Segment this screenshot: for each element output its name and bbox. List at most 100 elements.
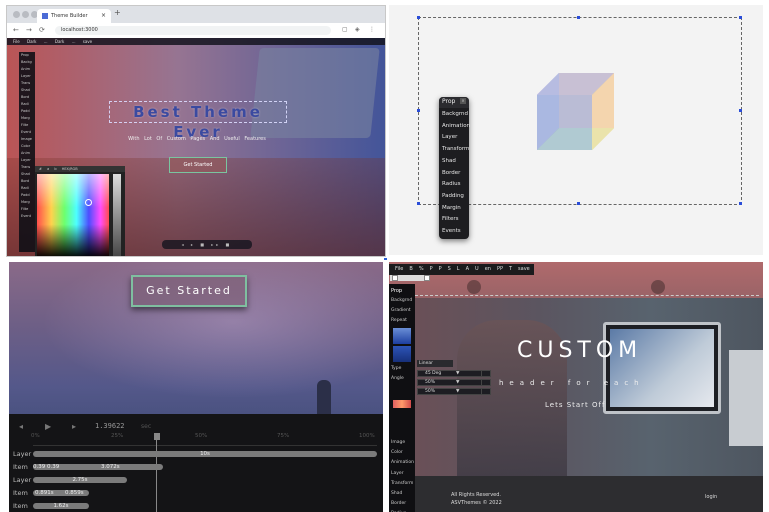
dropdown-arrow-icon[interactable]: ▼ <box>456 380 459 385</box>
gradient-preview[interactable] <box>393 400 411 408</box>
extension-icon[interactable]: ◈ <box>355 26 360 33</box>
sidebar-item[interactable]: Shad <box>19 171 35 178</box>
toolbar-item[interactable]: File <box>13 39 20 44</box>
toolbar-item[interactable]: L <box>457 266 460 272</box>
sidebar-item[interactable]: Border <box>391 501 406 506</box>
sidebar-item[interactable]: Color <box>391 450 403 455</box>
forward-icon[interactable]: → <box>26 26 32 34</box>
rewind-icon[interactable]: ◂ <box>19 422 23 431</box>
sidebar-item[interactable]: Image <box>391 440 405 445</box>
sidebar-item[interactable]: Filte <box>19 122 35 129</box>
field-extra[interactable] <box>481 371 488 376</box>
play-icon[interactable]: ▶ <box>45 422 51 431</box>
gradient-stop-field[interactable]: 50% ▼ <box>417 379 491 386</box>
login-link[interactable]: login <box>705 494 717 500</box>
color-mode-item[interactable]: HEX/RGB <box>62 167 78 171</box>
resize-handle[interactable] <box>417 202 420 205</box>
resize-handle[interactable] <box>417 109 420 112</box>
prop-panel-item[interactable]: Padding <box>442 193 464 199</box>
sidebar-item[interactable]: Anim <box>19 66 35 73</box>
sidebar-item[interactable]: Trans <box>19 80 35 87</box>
sidebar-item-prop[interactable]: Prop <box>391 288 402 294</box>
sidebar-item[interactable]: Color <box>19 143 35 150</box>
brightness-slider[interactable] <box>113 174 121 256</box>
toolbar-item[interactable]: save <box>518 266 530 272</box>
gradient-angle-field[interactable]: 45 Deg ▼ <box>417 370 491 377</box>
sidebar-item[interactable]: Layer <box>391 471 404 476</box>
sidebar-item[interactable]: Backg <box>19 59 35 66</box>
playback-controls[interactable]: ◂ ▸ ■ ▸▸ ■ <box>162 240 252 249</box>
sidebar-item[interactable]: Radi <box>19 185 35 192</box>
gradient-swatch[interactable] <box>393 346 411 362</box>
field-extra[interactable] <box>481 389 488 394</box>
browser-tab[interactable]: Theme Builder × <box>37 9 111 23</box>
dropdown-arrow-icon[interactable]: ▼ <box>456 389 459 394</box>
resize-handle[interactable] <box>417 16 420 19</box>
prop-panel-item[interactable]: Events <box>442 228 461 234</box>
prop-panel-item[interactable]: Transform <box>442 146 469 152</box>
sidebar-item[interactable]: Shad <box>391 491 402 496</box>
sidebar-item[interactable]: Radi <box>19 101 35 108</box>
dropdown-arrow-icon[interactable]: ▼ <box>456 371 459 376</box>
prop-panel-item[interactable]: Filters <box>442 216 459 222</box>
prop-panel-item[interactable]: Shad <box>442 158 456 164</box>
sidebar-item[interactable]: Anim <box>19 150 35 157</box>
get-started-button[interactable]: Get Started <box>131 275 247 307</box>
toolbar-item[interactable]: P <box>439 266 442 272</box>
prop-panel-item[interactable]: Animation <box>442 123 470 129</box>
sidebar-item[interactable]: Marg <box>19 115 35 122</box>
sidebar-item-background[interactable]: Backgrnd <box>391 298 412 303</box>
toolbar-item[interactable]: Dark <box>55 39 65 44</box>
tab-close-icon[interactable]: × <box>101 9 106 23</box>
toolbar-item[interactable]: en <box>485 266 491 272</box>
toolbar-item[interactable]: P <box>430 266 433 272</box>
playhead[interactable] <box>153 433 160 512</box>
hero-title[interactable]: Best Theme Ever <box>109 101 287 141</box>
window-minimize-dot[interactable] <box>22 11 29 18</box>
toolbar-item[interactable]: Dark <box>27 39 37 44</box>
toolbar-item[interactable]: T <box>509 266 512 272</box>
hero-subtitle[interactable]: header for each <box>499 379 645 387</box>
prop-panel-item[interactable]: Radius <box>442 181 460 187</box>
color-selector-handle[interactable] <box>85 199 92 206</box>
sidebar-item[interactable]: Animation <box>391 460 414 465</box>
back-icon[interactable]: ← <box>13 26 19 34</box>
color-mode-item[interactable]: a <box>47 167 49 171</box>
toolbar-item[interactable]: A <box>466 266 469 272</box>
url-input[interactable]: localhost:3000 <box>55 26 331 35</box>
sidebar-item[interactable]: Marg <box>19 199 35 206</box>
prop-panel-item[interactable]: Backgrnd <box>442 111 468 117</box>
track-bar[interactable]: 2.75s <box>33 477 127 483</box>
menu-icon[interactable]: ⋮ <box>369 26 375 33</box>
field-extra[interactable] <box>481 380 488 385</box>
sidebar-item[interactable]: Shad <box>19 87 35 94</box>
color-picker[interactable]: # a b HEX/RGB <box>35 166 125 256</box>
sidebar-item[interactable]: Layer <box>19 157 35 164</box>
resize-handle[interactable] <box>739 16 742 19</box>
color-mode-item[interactable]: b <box>54 167 56 171</box>
forward-icon[interactable]: ▸ <box>72 422 76 431</box>
toolbar-item[interactable]: S <box>448 266 451 272</box>
sidebar-item[interactable]: Trans <box>19 164 35 171</box>
sidebar-item[interactable]: Event <box>19 213 35 220</box>
reload-icon[interactable]: ⟳ <box>39 26 45 34</box>
hero-title[interactable]: CUSTOM <box>517 338 642 363</box>
toolbar-item[interactable]: U <box>475 266 479 272</box>
toolbar-item[interactable]: % <box>419 266 424 272</box>
gradient-type-select[interactable]: Linear <box>417 360 453 367</box>
new-tab-button[interactable]: + <box>114 8 121 17</box>
sidebar-item[interactable]: Transform <box>391 481 413 486</box>
window-close-dot[interactable] <box>13 11 20 18</box>
sidebar-item-repeat[interactable]: Repeat <box>391 318 407 323</box>
track-bar[interactable]: 1.62s <box>33 503 89 509</box>
color-mode-item[interactable]: # <box>39 167 42 171</box>
resize-handle[interactable] <box>739 109 742 112</box>
3d-cube[interactable] <box>537 73 617 155</box>
resize-handle[interactable] <box>577 202 580 205</box>
toolbar-item[interactable]: save <box>83 39 92 44</box>
sidebar-item[interactable]: Filte <box>19 206 35 213</box>
sidebar-item[interactable]: Padd <box>19 108 35 115</box>
close-icon[interactable]: × <box>460 98 466 104</box>
hero-cta[interactable]: Lets Start Off <box>545 401 605 409</box>
breakpoint-chip[interactable] <box>392 275 398 281</box>
